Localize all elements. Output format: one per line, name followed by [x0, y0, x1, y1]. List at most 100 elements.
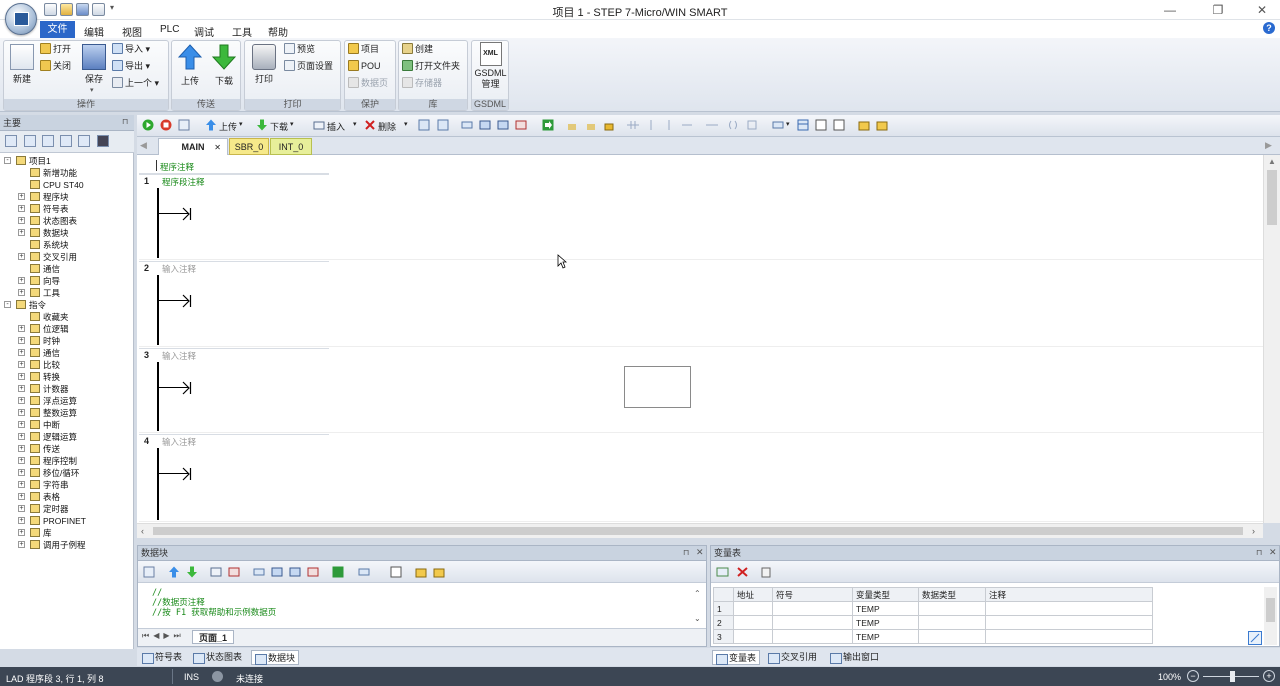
- tree-expander-icon[interactable]: +: [18, 253, 25, 260]
- tree-expander-icon[interactable]: +: [18, 505, 25, 512]
- save-dropdown-icon[interactable]: ▾: [90, 86, 94, 94]
- tree-item[interactable]: 交叉引用: [30, 251, 77, 263]
- table-row[interactable]: 3 TEMP: [713, 629, 1153, 644]
- var-type-cell[interactable]: TEMP: [852, 601, 919, 616]
- memory-button[interactable]: 存储器: [402, 76, 442, 91]
- tree-item[interactable]: 状态图表: [30, 215, 77, 227]
- tree-item[interactable]: 表格: [30, 491, 60, 503]
- contact-icon[interactable]: [627, 119, 639, 131]
- tree-expander-icon[interactable]: +: [18, 421, 25, 428]
- network-comment[interactable]: 程序段注释: [162, 176, 205, 188]
- panel-close-icon[interactable]: ✕: [696, 547, 704, 558]
- insert-row-icon[interactable]: [716, 566, 729, 578]
- scroll-thumb[interactable]: [1266, 598, 1275, 622]
- tree-item[interactable]: 指令: [16, 299, 46, 311]
- application-button[interactable]: [5, 3, 37, 35]
- tree-expander-icon[interactable]: -: [4, 157, 11, 164]
- tree-expander-icon[interactable]: +: [18, 277, 25, 284]
- tree-tool-icon[interactable]: [60, 135, 72, 147]
- preview-button[interactable]: 预览: [284, 42, 315, 57]
- line-up-icon[interactable]: [663, 119, 675, 131]
- tree-item[interactable]: 程序块: [30, 191, 69, 203]
- tab-main[interactable]: MAIN ✕: [158, 138, 228, 155]
- selection-box[interactable]: [624, 366, 691, 408]
- tree-expander-icon[interactable]: +: [18, 349, 25, 356]
- comment-toggle-icon[interactable]: [772, 119, 784, 131]
- page-nav-icons[interactable]: ⏮◀▶⏭: [142, 631, 185, 641]
- import-icon[interactable]: [760, 566, 772, 578]
- scroll-up-icon[interactable]: ▲: [1268, 157, 1276, 166]
- tree-expander-icon[interactable]: +: [18, 289, 25, 296]
- close-project-button[interactable]: 关闭: [40, 59, 71, 74]
- tab-cross-reference[interactable]: 交叉引用: [765, 650, 820, 665]
- delete-icon[interactable]: [228, 566, 240, 578]
- edit-icon[interactable]: [815, 119, 827, 131]
- close-button[interactable]: ✕: [1252, 2, 1272, 18]
- tree-item[interactable]: 定时器: [30, 503, 69, 515]
- tree-item[interactable]: 移位/循环: [30, 467, 79, 479]
- table-row[interactable]: 1 TEMP: [713, 601, 1153, 616]
- restore-button[interactable]: ❐: [1208, 2, 1228, 18]
- tree-item[interactable]: 通信: [30, 263, 60, 275]
- print-button[interactable]: 打印: [250, 44, 278, 85]
- toolbar-insert[interactable]: 插入: [327, 120, 345, 133]
- table-scrollbar[interactable]: [1264, 587, 1277, 645]
- delete-icon[interactable]: [364, 119, 376, 131]
- bookmark-icon[interactable]: [418, 119, 430, 131]
- upload-button[interactable]: 上传: [176, 44, 204, 87]
- tab-output-window[interactable]: 输出窗口: [827, 650, 882, 665]
- scroll-down-icon[interactable]: ⌄: [694, 614, 701, 623]
- tree-item[interactable]: 符号表: [30, 203, 69, 215]
- edit-icon[interactable]: [390, 566, 402, 578]
- download-button[interactable]: 下载: [210, 44, 238, 87]
- tab-data-block[interactable]: 数据块: [251, 650, 300, 665]
- goto-icon[interactable]: [542, 119, 554, 131]
- tree-item[interactable]: 整数运算: [30, 407, 77, 419]
- menu-plc[interactable]: PLC: [160, 24, 179, 35]
- network-comment[interactable]: 输入注释: [162, 263, 196, 275]
- tree-expander-icon[interactable]: +: [18, 193, 25, 200]
- stop-icon[interactable]: [160, 119, 172, 131]
- tree-expander-icon[interactable]: +: [18, 373, 25, 380]
- tree-expander-icon[interactable]: +: [18, 385, 25, 392]
- menu-tools[interactable]: 工具: [232, 24, 252, 39]
- delete-dropdown-icon[interactable]: ▾: [404, 120, 408, 128]
- compile-icon[interactable]: [143, 566, 155, 578]
- data-type-cell[interactable]: [918, 615, 986, 630]
- var-type-cell[interactable]: TEMP: [852, 615, 919, 630]
- toolbar-delete[interactable]: 删除: [378, 120, 396, 133]
- address-cell[interactable]: [733, 601, 773, 616]
- coil-insert-icon[interactable]: [727, 119, 739, 131]
- tab-variable-table[interactable]: 变量表: [712, 650, 761, 665]
- download-small-icon[interactable]: [256, 119, 268, 131]
- tree-expander-icon[interactable]: +: [18, 529, 25, 536]
- bookmark-next-icon[interactable]: [437, 119, 449, 131]
- edit-icon[interactable]: [833, 119, 845, 131]
- tab-scroll-left-icon[interactable]: ◀: [140, 140, 147, 151]
- tree-expander-icon[interactable]: +: [18, 493, 25, 500]
- insert-icon[interactable]: [210, 566, 222, 578]
- comment-dropdown-icon[interactable]: ▾: [786, 120, 790, 128]
- delete-row-icon[interactable]: [736, 566, 749, 578]
- import-button[interactable]: 导入 ▾: [112, 42, 150, 57]
- contact-insert-icon[interactable]: [706, 119, 718, 131]
- tree-expander-icon[interactable]: +: [18, 541, 25, 548]
- var-type-cell[interactable]: TEMP: [852, 629, 919, 644]
- network[interactable]: 1 程序段注释: [139, 174, 1263, 260]
- program-comment[interactable]: 程序注释: [160, 161, 194, 173]
- zoom-out-icon[interactable]: −: [1187, 670, 1199, 682]
- tree-item[interactable]: 位逻辑: [30, 323, 69, 335]
- tree-item[interactable]: 通信: [30, 347, 60, 359]
- minimize-button[interactable]: —: [1160, 2, 1180, 18]
- tab-close-icon[interactable]: ✕: [214, 139, 221, 156]
- tree-expander-icon[interactable]: +: [18, 217, 25, 224]
- export-button[interactable]: 导出 ▾: [112, 59, 150, 74]
- view-icon[interactable]: [479, 119, 491, 131]
- tree-item[interactable]: 收藏夹: [30, 311, 69, 323]
- tree-item[interactable]: 项目1: [16, 155, 51, 167]
- properties-icon[interactable]: [876, 119, 888, 131]
- tree-item[interactable]: 系统块: [30, 239, 69, 251]
- protect-datapage-button[interactable]: 数据页: [348, 76, 388, 91]
- quick-save-icon[interactable]: [76, 3, 89, 16]
- properties-icon[interactable]: [858, 119, 870, 131]
